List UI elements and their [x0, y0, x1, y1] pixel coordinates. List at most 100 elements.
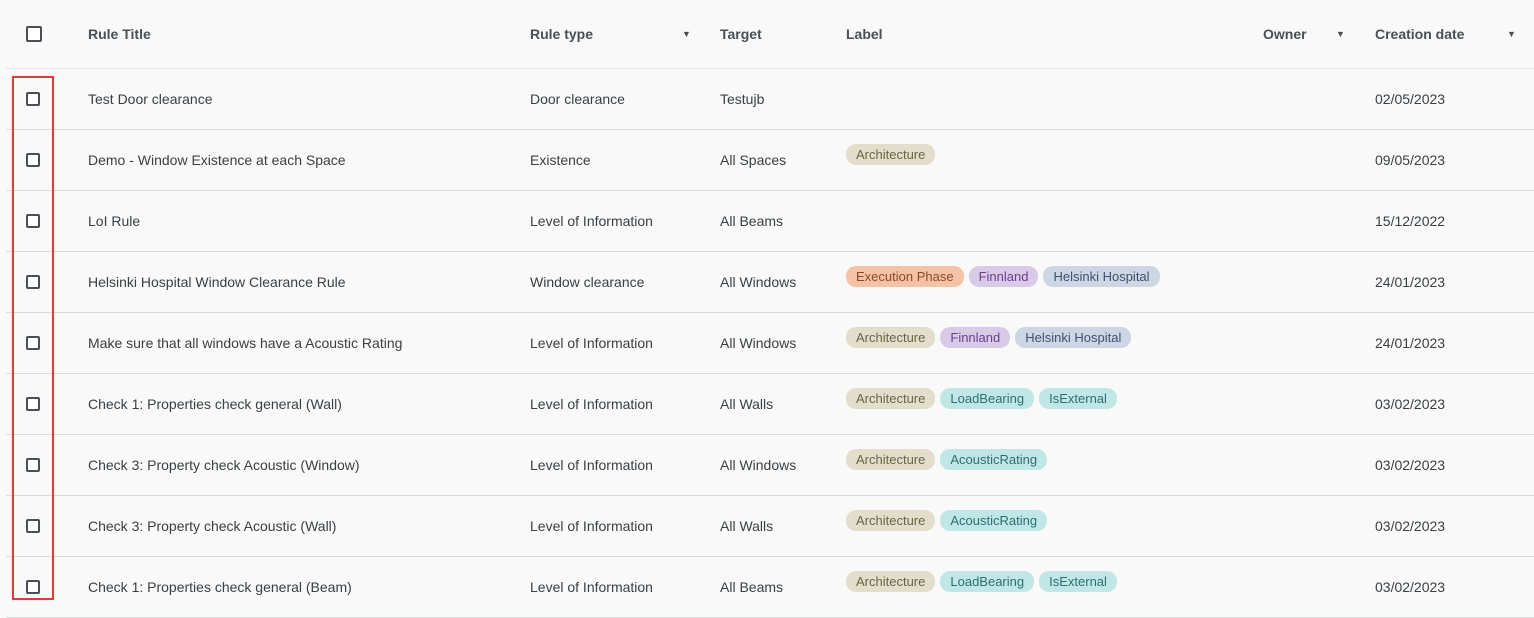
- label-tag: Architecture: [846, 143, 936, 165]
- label-list: Architecture: [846, 124, 940, 184]
- label-tag: Architecture: [846, 448, 936, 470]
- label-tag: LoadBearing: [940, 570, 1035, 592]
- row-checkbox[interactable]: [26, 397, 40, 411]
- header-creation-date[interactable]: Creation date: [1375, 0, 1464, 68]
- rule-type: Window clearance: [530, 274, 645, 290]
- label-tag: AcousticRating: [940, 448, 1048, 470]
- label-tag: Finnland: [968, 265, 1039, 287]
- table-row[interactable]: Make sure that all windows have a Acoust…: [6, 313, 1534, 374]
- row-select-cell: [26, 191, 46, 251]
- rule-target: Testujb: [720, 91, 765, 107]
- header-rule-type[interactable]: Rule type: [530, 0, 593, 68]
- rule-title[interactable]: Check 1: Properties check general (Wall): [88, 374, 342, 434]
- row-checkbox[interactable]: [26, 336, 40, 350]
- rule-target: All Walls: [720, 518, 774, 534]
- creation-date: 03/02/2023: [1375, 579, 1446, 595]
- rule-type: Level of Information: [530, 396, 653, 412]
- rule-type: Level of Information: [530, 518, 653, 534]
- row-select-cell: [26, 313, 46, 373]
- label-tag: Finnland: [940, 326, 1011, 348]
- label-tag: IsExternal: [1039, 387, 1117, 409]
- table-row[interactable]: Check 3: Property check Acoustic (Wall) …: [6, 496, 1534, 557]
- row-checkbox[interactable]: [26, 153, 40, 167]
- table-row[interactable]: Check 3: Property check Acoustic (Window…: [6, 435, 1534, 496]
- rule-type: Level of Information: [530, 213, 653, 229]
- label-tag: Helsinki Hospital: [1015, 326, 1132, 348]
- creation-date: 15/12/2022: [1375, 213, 1446, 229]
- rule-type: Level of Information: [530, 335, 653, 351]
- rule-target: All Beams: [720, 579, 784, 595]
- caret-down-icon[interactable]: ▼: [682, 0, 691, 68]
- select-all-checkbox[interactable]: [26, 26, 42, 42]
- rule-title[interactable]: Check 3: Property check Acoustic (Wall): [88, 496, 336, 556]
- row-select-cell: [26, 374, 46, 434]
- label-list: Architecture AcousticRating: [846, 429, 1052, 489]
- label-tag: Architecture: [846, 570, 936, 592]
- creation-date: 24/01/2023: [1375, 274, 1446, 290]
- rule-type: Existence: [530, 152, 591, 168]
- select-all-cell: [26, 0, 46, 68]
- label-tag: LoadBearing: [940, 387, 1035, 409]
- label-tag: Helsinki Hospital: [1043, 265, 1160, 287]
- label-list: Architecture LoadBearing IsExternal: [846, 368, 1122, 428]
- label-tag: IsExternal: [1039, 570, 1117, 592]
- row-select-cell: [26, 69, 46, 129]
- creation-date: 03/02/2023: [1375, 396, 1446, 412]
- rules-table: Rule Title Rule type ▼ Target Label Owne…: [6, 0, 1534, 618]
- row-checkbox[interactable]: [26, 458, 40, 472]
- label-tag: Architecture: [846, 387, 936, 409]
- label-tag: Execution Phase: [846, 265, 964, 287]
- creation-date: 09/05/2023: [1375, 152, 1446, 168]
- label-list: Execution Phase Finnland Helsinki Hospital: [846, 246, 1165, 306]
- caret-down-icon[interactable]: ▼: [1336, 0, 1345, 68]
- header-label[interactable]: Label: [846, 0, 883, 68]
- row-checkbox[interactable]: [26, 580, 40, 594]
- label-tag: Architecture: [846, 326, 936, 348]
- creation-date: 02/05/2023: [1375, 91, 1446, 107]
- rule-title[interactable]: Check 1: Properties check general (Beam): [88, 557, 352, 617]
- rule-target: All Windows: [720, 335, 797, 351]
- table-row[interactable]: Demo - Window Existence at each Space Ex…: [6, 130, 1534, 191]
- rule-target: All Windows: [720, 274, 797, 290]
- creation-date: 03/02/2023: [1375, 457, 1446, 473]
- rule-title[interactable]: Check 3: Property check Acoustic (Window…: [88, 435, 360, 495]
- table-row[interactable]: Helsinki Hospital Window Clearance Rule …: [6, 252, 1534, 313]
- header-rule-title[interactable]: Rule Title: [88, 0, 151, 68]
- rule-type: Level of Information: [530, 457, 653, 473]
- row-select-cell: [26, 557, 46, 617]
- creation-date: 03/02/2023: [1375, 518, 1446, 534]
- label-list: Architecture Finnland Helsinki Hospital: [846, 307, 1136, 367]
- row-select-cell: [26, 435, 46, 495]
- rule-target: All Spaces: [720, 152, 787, 168]
- table-row[interactable]: Check 1: Properties check general (Wall)…: [6, 374, 1534, 435]
- rule-target: All Beams: [720, 213, 784, 229]
- table-body: Test Door clearance Door clearance Testu…: [6, 69, 1534, 618]
- header-owner[interactable]: Owner: [1263, 0, 1307, 68]
- row-select-cell: [26, 252, 46, 312]
- rule-title[interactable]: Helsinki Hospital Window Clearance Rule: [88, 252, 346, 312]
- label-tag: Architecture: [846, 509, 936, 531]
- rule-title[interactable]: LoI Rule: [88, 191, 140, 251]
- row-select-cell: [26, 130, 46, 190]
- rule-title[interactable]: Test Door clearance: [88, 69, 213, 129]
- row-checkbox[interactable]: [26, 519, 40, 533]
- rule-title[interactable]: Demo - Window Existence at each Space: [88, 130, 346, 190]
- row-checkbox[interactable]: [26, 92, 40, 106]
- label-tag: AcousticRating: [940, 509, 1048, 531]
- caret-down-icon[interactable]: ▼: [1507, 0, 1516, 68]
- table-row[interactable]: Check 1: Properties check general (Beam)…: [6, 557, 1534, 618]
- creation-date: 24/01/2023: [1375, 335, 1446, 351]
- label-list: Architecture AcousticRating: [846, 490, 1052, 550]
- rule-title[interactable]: Make sure that all windows have a Acoust…: [88, 313, 402, 373]
- rule-type: Door clearance: [530, 91, 625, 107]
- row-checkbox[interactable]: [26, 275, 40, 289]
- row-select-cell: [26, 496, 46, 556]
- table-row[interactable]: LoI Rule Level of Information All Beams …: [6, 191, 1534, 252]
- rule-target: All Windows: [720, 457, 797, 473]
- label-list: Architecture LoadBearing IsExternal: [846, 551, 1122, 611]
- row-checkbox[interactable]: [26, 214, 40, 228]
- table-header: Rule Title Rule type ▼ Target Label Owne…: [6, 0, 1534, 69]
- table-row[interactable]: Test Door clearance Door clearance Testu…: [6, 69, 1534, 130]
- rule-target: All Walls: [720, 396, 774, 412]
- header-target[interactable]: Target: [720, 0, 762, 68]
